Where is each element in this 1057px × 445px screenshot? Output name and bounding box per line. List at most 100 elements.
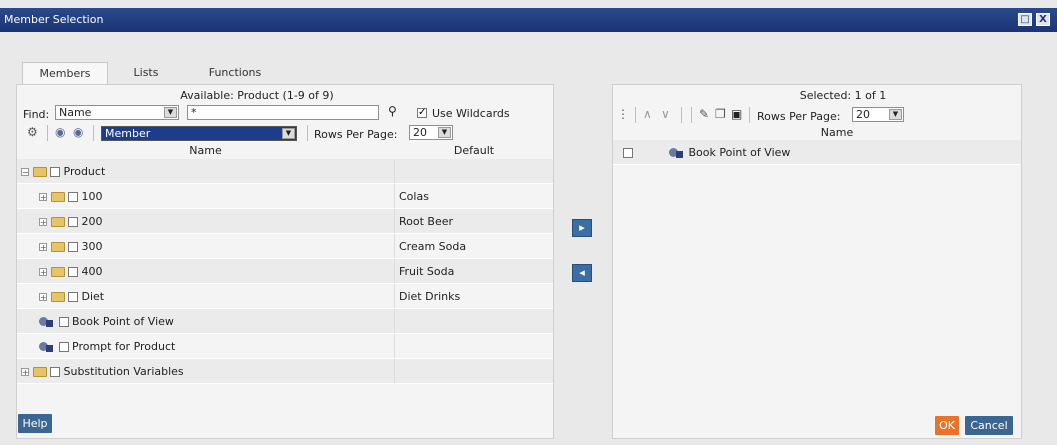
available-header: Available: Product (1-9 of 9)	[180, 89, 334, 102]
row-name: 300	[81, 240, 103, 253]
row-checkbox[interactable]	[50, 167, 60, 177]
row-default: Cream Soda	[399, 240, 467, 253]
view-value: Member	[105, 127, 151, 140]
ok-button[interactable]: OK	[935, 416, 959, 435]
row-checkbox[interactable]	[68, 217, 78, 227]
tab-lists[interactable]: Lists	[120, 62, 172, 84]
chevron-down-icon: ▼	[889, 109, 902, 120]
rows-per-page-label: Rows Per Page:	[757, 110, 841, 123]
copy-icon[interactable]: ❐	[715, 107, 726, 121]
cancel-button[interactable]: Cancel	[965, 416, 1013, 435]
table-row[interactable]: Book Point of View	[613, 140, 1021, 165]
restore-button[interactable]: □	[1018, 13, 1032, 26]
table-row[interactable]: + Substitution Variables	[17, 359, 553, 384]
move-up-icon[interactable]: ∧	[643, 107, 652, 121]
rows-per-page-select[interactable]: 20 ▼	[409, 125, 453, 140]
column-divider	[394, 359, 395, 383]
table-row[interactable]: + 300 Cream Soda	[17, 234, 553, 259]
find-label: Find:	[23, 108, 50, 121]
view-select[interactable]: Member ▼	[101, 126, 297, 141]
edit-icon[interactable]: ✎	[699, 107, 709, 121]
rows-per-page-label: Rows Per Page:	[314, 128, 398, 141]
collapse-toggle-icon[interactable]: −	[21, 168, 29, 177]
toolbar-separator	[691, 107, 692, 123]
expand-toggle-icon[interactable]: +	[39, 243, 47, 252]
folder-icon	[50, 192, 65, 202]
toolbar-separator	[93, 125, 94, 141]
rows-per-page-select[interactable]: 20 ▼	[852, 107, 904, 122]
row-name: Diet	[81, 290, 105, 303]
member-icon	[669, 147, 685, 159]
selected-header: Selected: 1 of 1	[799, 89, 887, 102]
use-wildcards-label: Use Wildcards	[432, 107, 510, 120]
move-down-icon[interactable]: ∨	[661, 107, 670, 121]
available-grid: − Product + 100 Colas + 200 Root Beer + 300 Cr…	[17, 159, 553, 384]
column-header-name: Name	[189, 144, 222, 157]
expand-toggle-icon[interactable]: +	[39, 293, 47, 302]
row-default: Fruit Soda	[399, 265, 455, 278]
row-name: Prompt for Product	[72, 340, 176, 353]
title-bar: Member Selection □ X	[0, 8, 1057, 32]
tab-members[interactable]: Members	[22, 62, 108, 85]
column-divider	[394, 159, 395, 183]
table-row[interactable]: Book Point of View	[17, 309, 553, 334]
available-panel: Available: Product (1-9 of 9) Find: Name…	[16, 84, 554, 439]
row-checkbox[interactable]	[68, 192, 78, 202]
column-divider	[394, 259, 395, 283]
column-divider	[394, 284, 395, 308]
table-row[interactable]: − Product	[17, 159, 553, 184]
toolbar-separator	[681, 107, 682, 123]
rows-per-page-value: 20	[413, 126, 427, 139]
use-wildcards-checkbox[interactable]	[417, 106, 427, 119]
move-to-icon[interactable]: ⋮	[617, 107, 629, 121]
row-checkbox[interactable]	[68, 292, 78, 302]
folder-icon	[50, 217, 65, 227]
row-checkbox[interactable]	[50, 367, 60, 377]
remove-member-button[interactable]: ◂	[572, 264, 592, 282]
window-title: Member Selection	[4, 13, 104, 26]
member-icon	[39, 316, 55, 328]
find-text-input[interactable]: *	[187, 105, 379, 120]
toolbar-separator	[635, 107, 636, 123]
row-checkbox[interactable]	[68, 242, 78, 252]
help-button[interactable]: Help	[18, 414, 52, 433]
chevron-down-icon: ▼	[282, 128, 295, 139]
tab-functions[interactable]: Functions	[192, 62, 278, 84]
column-divider	[394, 209, 395, 233]
chevron-down-icon: ▼	[164, 107, 177, 118]
column-header-default: Default	[453, 144, 495, 157]
binoculars-icon[interactable]: ⚲	[388, 104, 397, 118]
save-icon[interactable]: ▣	[731, 107, 742, 121]
row-default: Diet Drinks	[399, 290, 461, 303]
row-name: Product	[63, 165, 106, 178]
table-row[interactable]: + 200 Root Beer	[17, 209, 553, 234]
folder-icon	[50, 242, 65, 252]
toolbar-separator	[47, 125, 48, 141]
table-row[interactable]: Prompt for Product	[17, 334, 553, 359]
row-checkbox[interactable]	[58, 342, 69, 352]
expand-toggle-icon[interactable]: +	[21, 368, 29, 377]
folder-icon	[32, 167, 47, 177]
folder-icon	[32, 367, 47, 377]
expand-toggle-icon[interactable]: +	[39, 218, 47, 227]
close-button[interactable]: X	[1036, 13, 1050, 26]
expand-icon[interactable]: ◉	[73, 125, 83, 139]
member-properties-icon[interactable]: ⚙	[27, 125, 38, 139]
row-checkbox[interactable]	[623, 148, 633, 158]
row-checkbox[interactable]	[58, 317, 69, 327]
member-icon	[39, 341, 55, 353]
table-row[interactable]: + 100 Colas	[17, 184, 553, 209]
folder-icon	[50, 292, 65, 302]
table-row[interactable]: + 400 Fruit Soda	[17, 259, 553, 284]
collapse-icon[interactable]: ◉	[55, 125, 65, 139]
column-divider	[394, 234, 395, 258]
row-name: 100	[81, 190, 103, 203]
table-row[interactable]: + Diet Diet Drinks	[17, 284, 553, 309]
expand-toggle-icon[interactable]: +	[39, 268, 47, 277]
find-by-select[interactable]: Name ▼	[55, 105, 179, 120]
row-checkbox[interactable]	[68, 267, 78, 277]
add-member-button[interactable]: ▸	[572, 219, 592, 237]
row-default: Root Beer	[399, 215, 454, 228]
expand-toggle-icon[interactable]: +	[39, 193, 47, 202]
toolbar-separator	[749, 107, 750, 123]
